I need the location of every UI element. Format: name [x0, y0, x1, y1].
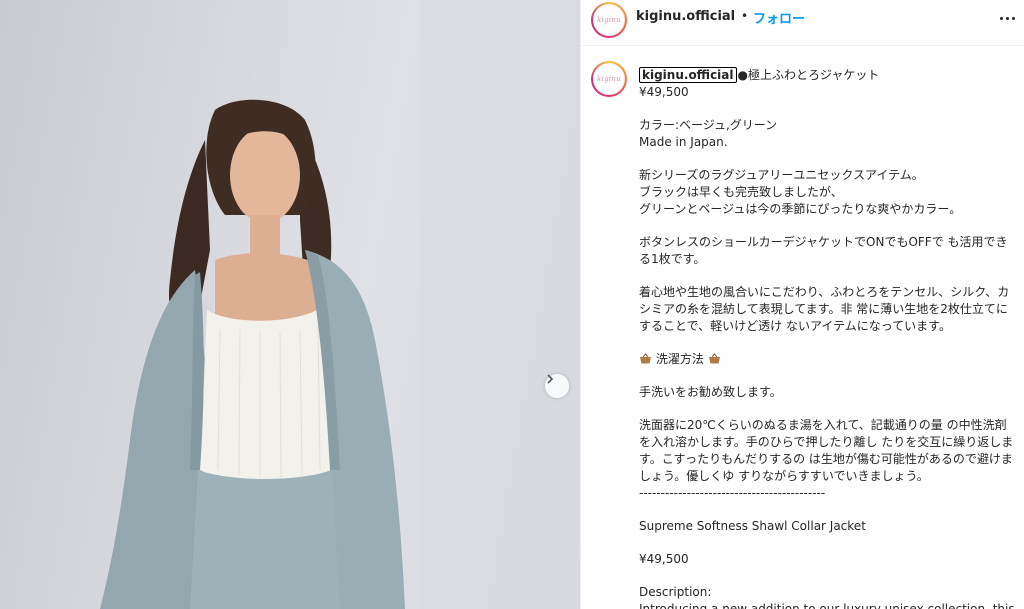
caption-price-en: ¥49,500: [639, 552, 689, 566]
caption-username-link[interactable]: kiginu.official: [639, 67, 737, 83]
post-side-panel: kiginu kiginu.official • フォロー kiginu kig…: [580, 0, 1024, 609]
caption-desc-text: Introducing a new addition to our luxury…: [639, 602, 1015, 609]
caption-avatar[interactable]: kiginu: [591, 61, 627, 97]
post-caption: kiginu.official ●極上ふわとろジャケット ¥49,500 カラー:…: [639, 67, 1015, 609]
avatar-logo-text: kiginu: [596, 16, 622, 24]
caption-desc-label: Description:: [639, 585, 712, 599]
header-username-link[interactable]: kiginu.official: [636, 9, 735, 24]
more-options-icon[interactable]: [995, 8, 1019, 28]
profile-avatar[interactable]: kiginu: [591, 2, 627, 38]
caption-avatar-logo-text: kiginu: [596, 75, 622, 83]
next-photo-button[interactable]: [545, 374, 569, 398]
model-photo-illustration: [100, 0, 580, 609]
caption-area: kiginu kiginu.official ●極上ふわとろジャケット ¥49,5…: [581, 47, 1024, 609]
header-separator: •: [741, 9, 749, 23]
basket-icon: [639, 352, 652, 364]
caption-wash-line: 手洗いをお勧め致します。: [639, 385, 782, 399]
caption-para3: 着心地や生地の風合いにこだわり、ふわとろをテンセル、シルク、カシミアの糸を混紡し…: [639, 285, 1010, 333]
basket-icon: [708, 352, 721, 364]
caption-para2: ボタンレスのショールカーデジャケットでONでもOFFで も活用できる1枚です。: [639, 235, 1008, 266]
caption-para1-line3: グリーンとベージュは今の季節にぴったりな爽やかカラー。: [639, 202, 962, 216]
caption-wash-heading: 洗濯方法: [639, 351, 1015, 368]
caption-divider: ----------------------------------------…: [639, 486, 826, 500]
caption-en-title: Supreme Softness Shawl Collar Jacket: [639, 519, 866, 533]
wash-title: 洗濯方法: [655, 352, 704, 366]
caption-para1-line2: ブラックは早くも完売致しましたが、: [639, 185, 843, 199]
caption-made-in: Made in Japan.: [639, 135, 728, 149]
post-photo: [0, 0, 580, 609]
caption-para1-line1: 新シリーズのラグジュアリーユニセックスアイテム。: [639, 168, 924, 182]
follow-button[interactable]: フォロー: [753, 8, 805, 27]
caption-price-jp: ¥49,500: [639, 85, 689, 99]
caption-wash-detail: 洗面器に20℃くらいのぬるま湯を入れて、記載通りの量 の中性洗剤を入れ溶かします…: [639, 418, 1014, 483]
post-header: kiginu kiginu.official • フォロー: [581, 0, 1024, 46]
caption-title: ●極上ふわとろジャケット: [737, 68, 880, 82]
caption-color: カラー:ベージュ,グリーン: [639, 118, 778, 132]
